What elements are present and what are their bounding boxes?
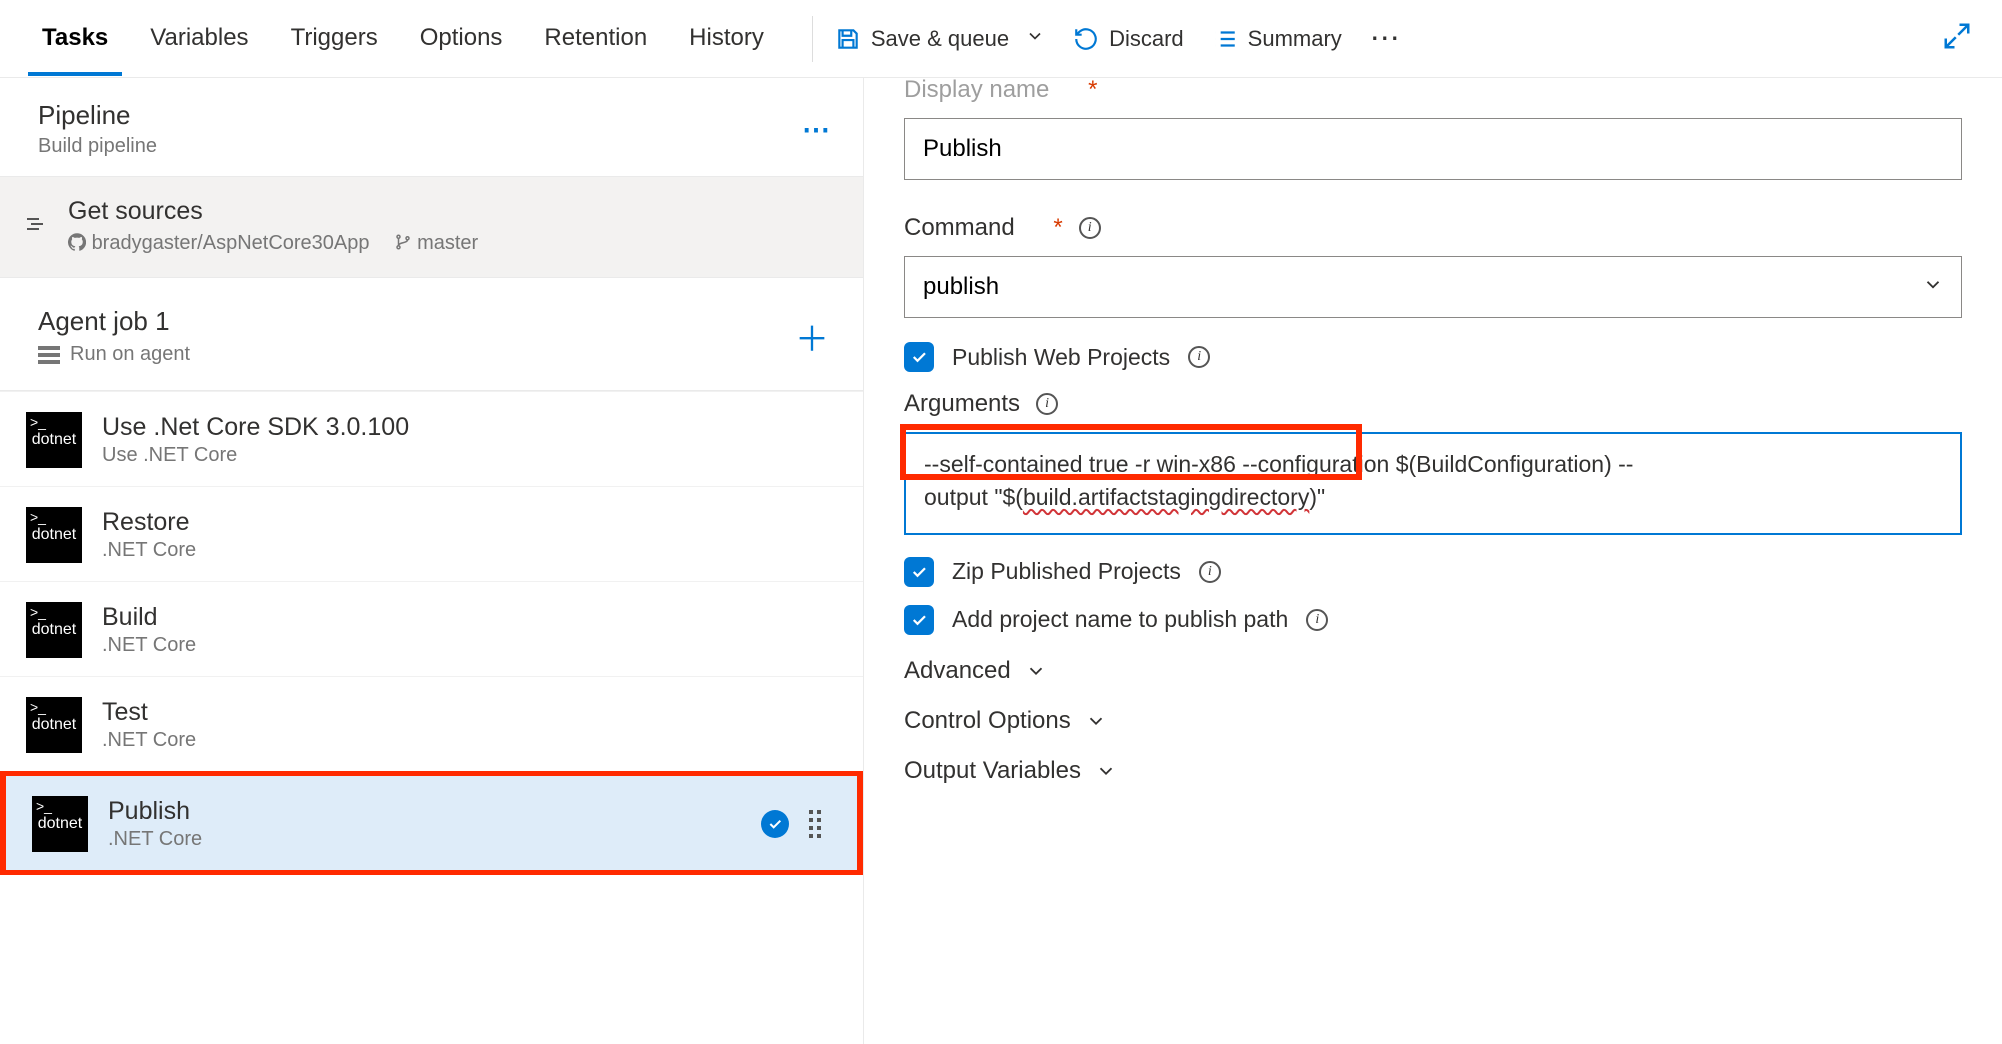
- tab-retention[interactable]: Retention: [530, 2, 661, 76]
- dotnet-icon: >_dotnet: [26, 507, 82, 563]
- publish-web-checkbox[interactable]: Publish Web Projects i: [904, 342, 1962, 372]
- dotnet-icon: >_dotnet: [26, 697, 82, 753]
- info-icon[interactable]: i: [1036, 393, 1058, 415]
- tab-variables[interactable]: Variables: [136, 2, 262, 76]
- separator: [812, 16, 813, 62]
- save-and-queue-button[interactable]: Save & queue: [835, 26, 1045, 52]
- tab-tasks[interactable]: Tasks: [28, 2, 122, 76]
- command-select[interactable]: [904, 256, 1962, 318]
- branch-label: master: [394, 232, 479, 255]
- task-subtitle: .NET Core: [102, 539, 196, 562]
- expand-icon: [1942, 21, 1972, 51]
- arguments-text-line2a: output "$(: [924, 484, 1023, 510]
- check-icon: [761, 810, 789, 838]
- task-subtitle: Use .NET Core: [102, 444, 409, 467]
- info-icon[interactable]: i: [1188, 346, 1210, 368]
- dotnet-icon: >_dotnet: [26, 602, 82, 658]
- display-name-label: Display name *: [904, 78, 1962, 104]
- tab-history[interactable]: History: [675, 2, 778, 76]
- chevron-down-icon: [1922, 274, 1944, 301]
- task-row-use-net-core-sdk-3-0-100[interactable]: >_dotnet Use .Net Core SDK 3.0.100Use .NE…: [0, 391, 863, 486]
- section-advanced[interactable]: Advanced: [904, 657, 1962, 685]
- settings-toggle-icon: [20, 212, 50, 241]
- checkbox-checked-icon: [904, 557, 934, 587]
- command-value[interactable]: [904, 256, 1962, 318]
- agent-title: Agent job 1: [38, 306, 190, 337]
- left-panel: Pipeline Build pipeline ⋯ Get sources br…: [0, 78, 864, 1044]
- task-title: Publish: [108, 797, 202, 826]
- dotnet-icon: >_dotnet: [26, 412, 82, 468]
- tab-strip: Tasks Variables Triggers Options Retenti…: [0, 2, 778, 76]
- pipeline-header[interactable]: Pipeline Build pipeline ⋯: [0, 78, 863, 177]
- arguments-text-line2b: build.artifactstagingdirectory: [1023, 484, 1309, 510]
- dotnet-icon: >_dotnet: [32, 796, 88, 852]
- task-title: Build: [102, 603, 196, 632]
- summary-label: Summary: [1248, 26, 1342, 52]
- more-actions-button[interactable]: ⋯: [1370, 21, 1402, 56]
- tab-triggers[interactable]: Triggers: [277, 2, 392, 76]
- chevron-down-icon: [1095, 760, 1117, 782]
- add-task-button[interactable]: ＋: [795, 312, 829, 361]
- save-icon: [835, 26, 861, 52]
- task-row-restore[interactable]: >_dotnet Restore.NET Core: [0, 486, 863, 581]
- main: Pipeline Build pipeline ⋯ Get sources br…: [0, 78, 2002, 1044]
- arguments-text-line2c: )": [1309, 484, 1325, 510]
- task-row-build[interactable]: >_dotnet Build.NET Core: [0, 581, 863, 676]
- github-icon: [68, 233, 86, 251]
- server-icon: [38, 346, 60, 364]
- agent-job-row[interactable]: Agent job 1 Run on agent ＋: [0, 278, 863, 391]
- task-subtitle: .NET Core: [102, 634, 196, 657]
- pipeline-subtitle: Build pipeline: [38, 135, 802, 158]
- task-subtitle: .NET Core: [108, 828, 202, 851]
- fullscreen-button[interactable]: [1942, 21, 1972, 56]
- list-icon: [1212, 26, 1238, 52]
- task-subtitle: .NET Core: [102, 729, 196, 752]
- section-output-variables[interactable]: Output Variables: [904, 757, 1962, 785]
- chevron-down-icon: [1085, 710, 1107, 732]
- command-label: Command * i: [904, 214, 1962, 242]
- info-icon[interactable]: i: [1306, 609, 1328, 631]
- agent-subtitle: Run on agent: [38, 343, 190, 366]
- repo-label: bradygaster/AspNetCore30App: [68, 232, 370, 255]
- undo-icon: [1073, 26, 1099, 52]
- pipeline-title: Pipeline: [38, 100, 802, 131]
- info-icon[interactable]: i: [1079, 217, 1101, 239]
- task-row-test[interactable]: >_dotnet Test.NET Core: [0, 676, 863, 771]
- chevron-down-icon: [1025, 26, 1045, 52]
- discard-button[interactable]: Discard: [1073, 26, 1184, 52]
- checkbox-checked-icon: [904, 342, 934, 372]
- section-control-options[interactable]: Control Options: [904, 707, 1962, 735]
- chevron-down-icon: [1025, 660, 1047, 682]
- add-name-checkbox[interactable]: Add project name to publish path i: [904, 605, 1962, 635]
- branch-icon: [394, 233, 412, 251]
- pipeline-more-button[interactable]: ⋯: [802, 113, 833, 146]
- get-sources-row[interactable]: Get sources bradygaster/AspNetCore30App …: [0, 177, 863, 278]
- task-list: >_dotnet Use .Net Core SDK 3.0.100Use .NE…: [0, 391, 863, 875]
- top-bar: Tasks Variables Triggers Options Retenti…: [0, 0, 2002, 78]
- task-row-publish[interactable]: >_dotnet Publish.NET Core: [0, 771, 863, 875]
- checkbox-checked-icon: [904, 605, 934, 635]
- arguments-text-line1: --self-contained true -r win-x86 --confi…: [924, 451, 1633, 477]
- get-sources-title: Get sources: [68, 197, 478, 226]
- arguments-label: Arguments i: [904, 390, 1962, 418]
- task-title: Restore: [102, 508, 196, 537]
- discard-label: Discard: [1109, 26, 1184, 52]
- info-icon[interactable]: i: [1199, 561, 1221, 583]
- toolbar: Save & queue Discard Summary ⋯: [835, 21, 2002, 56]
- save-label: Save & queue: [871, 26, 1009, 52]
- drag-handle-icon[interactable]: [809, 810, 827, 838]
- zip-checkbox[interactable]: Zip Published Projects i: [904, 557, 1962, 587]
- task-title: Use .Net Core SDK 3.0.100: [102, 413, 409, 442]
- summary-button[interactable]: Summary: [1212, 26, 1342, 52]
- display-name-input[interactable]: [904, 118, 1962, 180]
- tab-options[interactable]: Options: [406, 2, 517, 76]
- right-panel: Display name * Command * i Publish Web P…: [864, 78, 2002, 1044]
- arguments-input[interactable]: --self-contained true -r win-x86 --confi…: [904, 432, 1962, 535]
- task-title: Test: [102, 698, 196, 727]
